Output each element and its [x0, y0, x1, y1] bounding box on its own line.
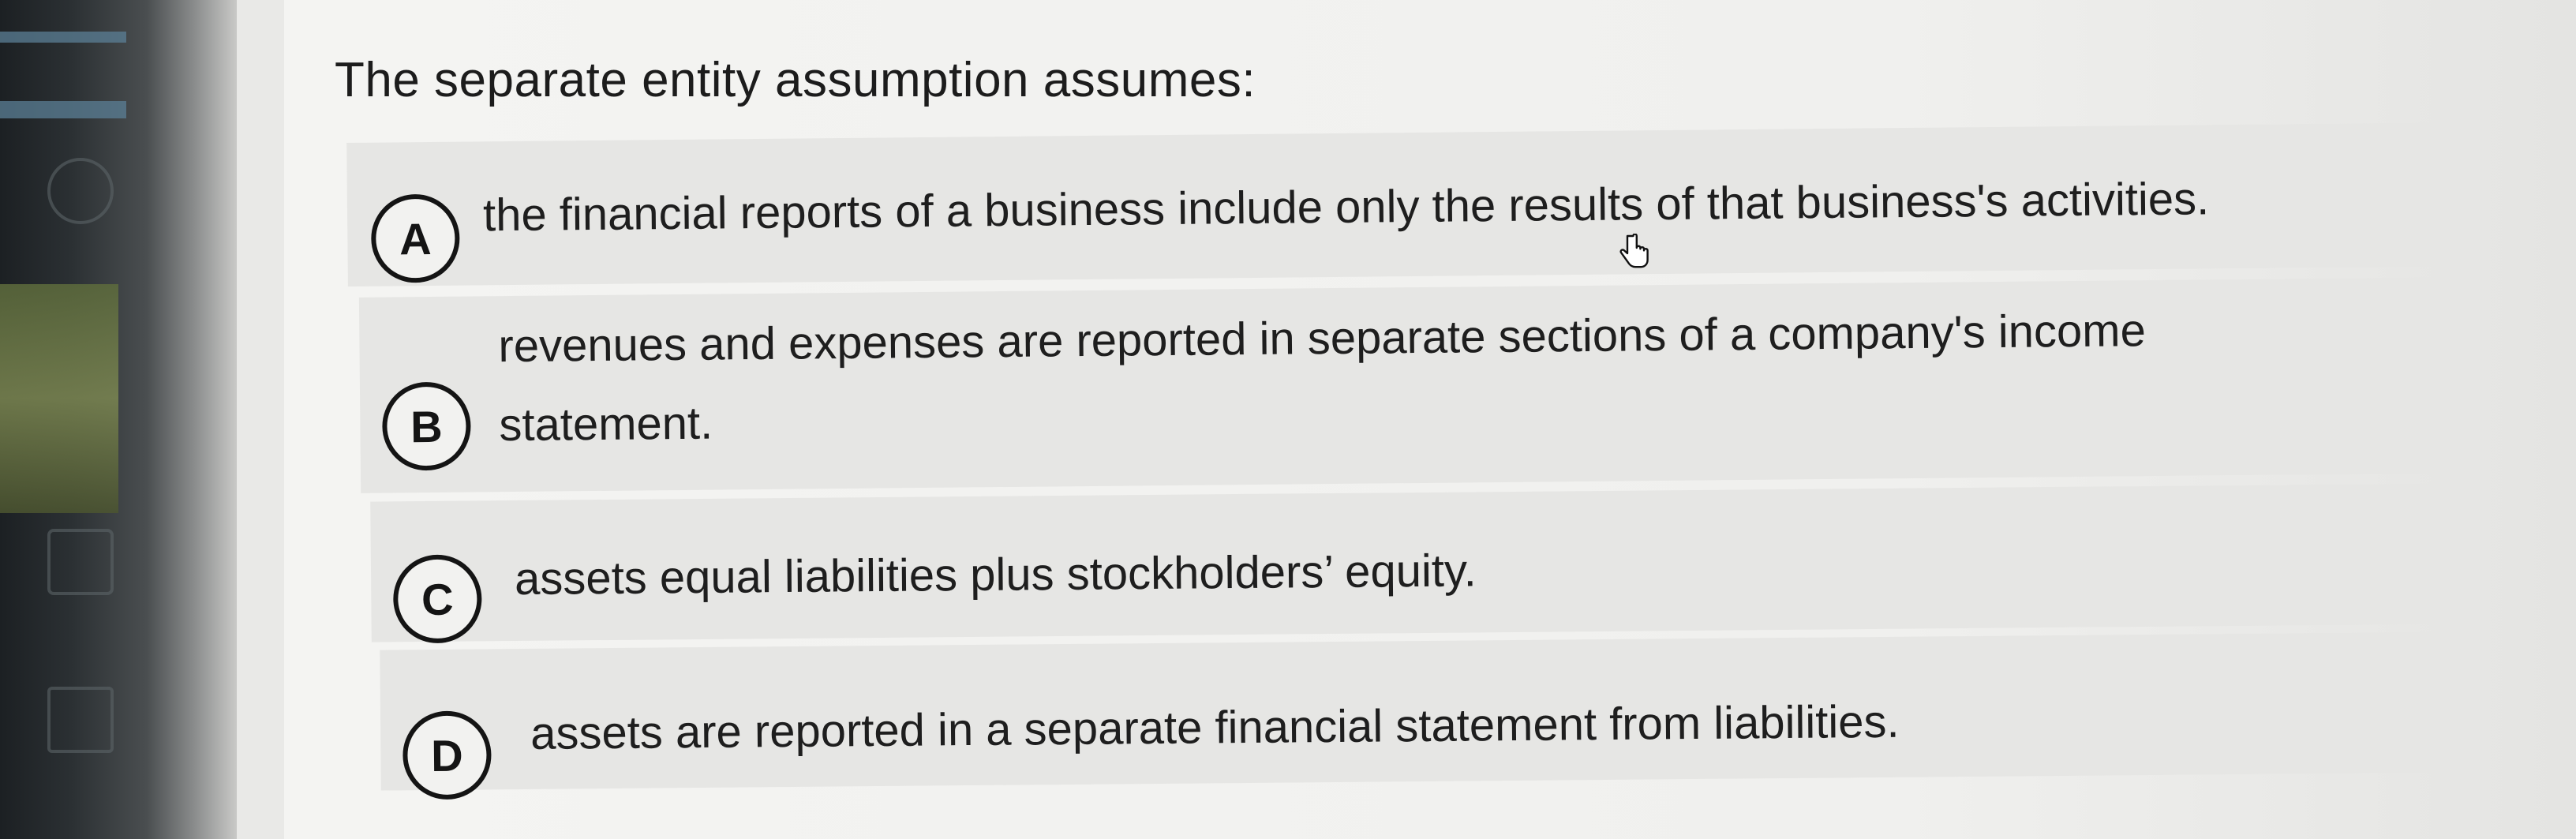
- answer-option-c[interactable]: C assets equal liabilities plus stockhol…: [370, 483, 2473, 644]
- option-letter-badge[interactable]: A: [370, 193, 460, 283]
- option-letter-badge[interactable]: B: [381, 381, 471, 471]
- answer-option-a[interactable]: A the financial reports of a business in…: [346, 122, 2484, 287]
- option-text[interactable]: assets are reported in a separate financ…: [530, 683, 1900, 773]
- globe-icon[interactable]: [47, 158, 114, 224]
- quiz-panel: The separate entity assumption assumes: …: [284, 0, 2576, 839]
- option-text[interactable]: assets equal liabilities plus stockholde…: [515, 531, 1477, 619]
- left-bezel: [0, 0, 237, 839]
- hand-pointer-icon: [1619, 234, 1649, 268]
- sidebar-highlight: [0, 32, 126, 43]
- option-letter-badge[interactable]: C: [392, 554, 482, 644]
- option-text[interactable]: revenues and expenses are reported in se…: [498, 290, 2236, 465]
- answer-option-d[interactable]: D assets are reported in a separate fina…: [380, 631, 2473, 800]
- calendar-icon[interactable]: [47, 529, 114, 595]
- sidebar-highlight: [0, 101, 126, 118]
- option-letter-badge[interactable]: D: [402, 710, 492, 800]
- question-text: The separate entity assumption assumes:: [335, 53, 1256, 107]
- mail-icon[interactable]: [47, 687, 114, 753]
- answer-option-b[interactable]: B revenues and expenses are reported in …: [358, 277, 2478, 493]
- sidebar-photo: [0, 284, 118, 513]
- option-text[interactable]: the financial reports of a business incl…: [483, 159, 2210, 255]
